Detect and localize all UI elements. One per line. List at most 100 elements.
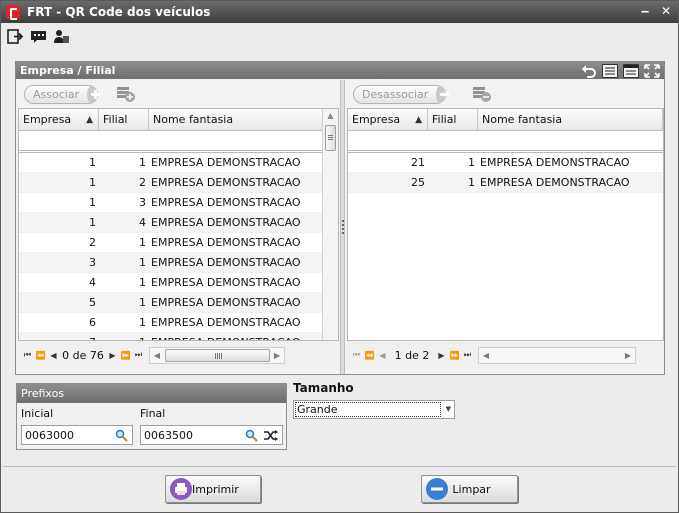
associar-button[interactable]: Associar	[24, 84, 100, 104]
table-row[interactable]: 6 1 EMPRESA DEMONSTRACAO	[19, 313, 324, 333]
cell-nome: EMPRESA DEMONSTRACAO	[151, 236, 301, 249]
cell-nome: EMPRESA DEMONSTRACAO	[151, 276, 301, 289]
expand-icon[interactable]	[644, 63, 660, 78]
record-counter: 1 de 2	[394, 348, 430, 362]
cell-nome: EMPRESA DEMONSTRACAO	[151, 216, 301, 229]
table-row[interactable]: 1 3 EMPRESA DEMONSTRACAO	[19, 193, 324, 213]
first-record-icon[interactable]: ⏮	[350, 350, 363, 360]
cell-empresa: 1	[89, 156, 96, 169]
search-icon[interactable]	[245, 429, 258, 442]
cell-nome: EMPRESA DEMONSTRACAO	[151, 156, 301, 169]
prefixos-group: Prefixos Inicial Final 0063000 0063500	[16, 383, 287, 450]
horizontal-scroll-thumb[interactable]	[165, 348, 270, 362]
table-row[interactable]: 3 1 EMPRESA DEMONSTRACAO	[19, 253, 324, 273]
prefixos-title: Prefixos	[17, 384, 286, 403]
cell-filial: 4	[139, 216, 146, 229]
cell-nome: EMPRESA DEMONSTRACAO	[151, 316, 301, 329]
minimize-button[interactable]: ‒	[639, 4, 651, 18]
right-horizontal-scrollbar[interactable]: ◀ ▶	[478, 346, 636, 364]
limpar-label: Limpar	[452, 482, 491, 496]
column-header-empresa[interactable]: Empresa ▲	[348, 109, 428, 130]
scroll-right-icon[interactable]: ▶	[621, 351, 635, 360]
right-pane: Desassociar Empresa ▲ Filial Nome fantas…	[346, 80, 664, 374]
list-icon[interactable]	[602, 63, 618, 78]
table-row[interactable]: 1 2 EMPRESA DEMONSTRACAO	[19, 173, 324, 193]
table-row[interactable]: 25 1 EMPRESA DEMONSTRACAO	[348, 173, 663, 193]
last-record-icon[interactable]: ⏭	[461, 350, 474, 360]
imprimir-button[interactable]: Imprimir	[165, 475, 261, 503]
desassociar-button[interactable]: Desassociar	[353, 84, 449, 104]
undo-icon[interactable]	[581, 64, 597, 78]
divider	[3, 466, 676, 467]
inicial-label: Inicial	[21, 407, 54, 420]
next-page-icon[interactable]: ⏩	[119, 351, 132, 360]
next-record-icon[interactable]: ▶	[435, 351, 448, 360]
previous-page-icon[interactable]: ⏪	[363, 351, 376, 360]
printer-icon	[170, 478, 192, 500]
cell-filial: 1	[139, 156, 146, 169]
search-icon[interactable]	[115, 429, 128, 442]
shuffle-icon[interactable]	[263, 429, 278, 442]
left-grid: Empresa ▲ Filial Nome fantasia 1 1 EMPRESA…	[18, 108, 339, 341]
cell-nome: EMPRESA DEMONSTRACAO	[480, 176, 630, 189]
column-header-filial[interactable]: Filial	[99, 109, 149, 130]
left-grid-header: Empresa ▲ Filial Nome fantasia	[19, 109, 324, 131]
user-icon[interactable]	[53, 28, 70, 45]
calendar-icon[interactable]	[623, 63, 639, 78]
previous-record-icon[interactable]: ◀	[47, 351, 60, 360]
right-navigator: ⏮ ⏪ ◀ 1 de 2 ▶ ⏩ ⏭ ◀ ▶	[347, 342, 664, 368]
scroll-left-icon[interactable]: ◀	[479, 351, 493, 360]
next-page-icon[interactable]: ⏩	[448, 351, 461, 360]
scroll-up-icon[interactable]: ▲	[323, 109, 338, 123]
column-header-filial[interactable]: Filial	[428, 109, 478, 130]
panel-header: Empresa / Filial	[16, 62, 664, 79]
last-record-icon[interactable]: ⏭	[132, 350, 145, 360]
cell-empresa: 21	[411, 156, 425, 169]
inicial-field[interactable]: 0063000	[21, 425, 133, 445]
table-row[interactable]: 1 1 EMPRESA DEMONSTRACAO	[19, 153, 324, 173]
associar-label: Associar	[33, 87, 80, 101]
sort-asc-icon: ▲	[415, 114, 422, 125]
previous-record-icon[interactable]: ◀	[376, 351, 389, 360]
final-value: 0063500	[144, 428, 193, 442]
add-grid-icon[interactable]	[116, 85, 136, 103]
cell-filial: 1	[139, 276, 146, 289]
limpar-button[interactable]: Limpar	[421, 475, 518, 503]
tamanho-select[interactable]: Grande ▼	[293, 400, 455, 419]
message-icon[interactable]	[30, 28, 47, 45]
scroll-thumb[interactable]	[325, 125, 336, 151]
pane-splitter[interactable]	[340, 80, 345, 374]
scroll-right-icon[interactable]: ▶	[270, 351, 284, 360]
previous-page-icon[interactable]: ⏪	[34, 351, 47, 360]
column-header-nome-fantasia[interactable]: Nome fantasia	[478, 109, 663, 130]
cell-nome: EMPRESA DEMONSTRACAO	[151, 296, 301, 309]
cell-filial: 1	[468, 176, 475, 189]
cell-empresa: 1	[89, 216, 96, 229]
scroll-left-icon[interactable]: ◀	[150, 351, 164, 360]
minus-icon	[436, 85, 449, 103]
cell-nome: EMPRESA DEMONSTRACAO	[149, 336, 324, 340]
table-row[interactable]: 5 1 EMPRESA DEMONSTRACAO	[19, 293, 324, 313]
left-vertical-scrollbar[interactable]: ▲	[322, 109, 338, 340]
table-row[interactable]: 21 1 EMPRESA DEMONSTRACAO	[348, 153, 663, 173]
filter-row[interactable]	[19, 131, 324, 153]
close-button[interactable]: ✕	[660, 4, 672, 18]
table-row[interactable]: 4 1 EMPRESA DEMONSTRACAO	[19, 273, 324, 293]
column-header-nome-fantasia[interactable]: Nome fantasia	[149, 109, 324, 130]
title-bar: FRT - QR Code dos veículos ‒ ✕	[1, 1, 678, 23]
next-record-icon[interactable]: ▶	[106, 351, 119, 360]
left-horizontal-scrollbar[interactable]: ◀ ▶	[149, 346, 285, 364]
final-field[interactable]: 0063500	[140, 425, 283, 445]
app-logo-icon	[6, 5, 20, 20]
remove-grid-icon[interactable]	[472, 85, 492, 103]
table-row[interactable]: 1 4 EMPRESA DEMONSTRACAO	[19, 213, 324, 233]
filter-row[interactable]	[348, 131, 663, 153]
first-record-icon[interactable]: ⏮	[21, 350, 34, 360]
cell-filial: 1	[468, 156, 475, 169]
column-header-empresa[interactable]: Empresa ▲	[19, 109, 99, 130]
exit-icon[interactable]	[7, 28, 24, 45]
cell-empresa: 2	[89, 236, 96, 249]
table-row[interactable]: 2 1 EMPRESA DEMONSTRACAO	[19, 233, 324, 253]
cell-empresa: 1	[89, 176, 96, 189]
table-row[interactable]: 71EMPRESA DEMONSTRACAO	[19, 333, 324, 340]
